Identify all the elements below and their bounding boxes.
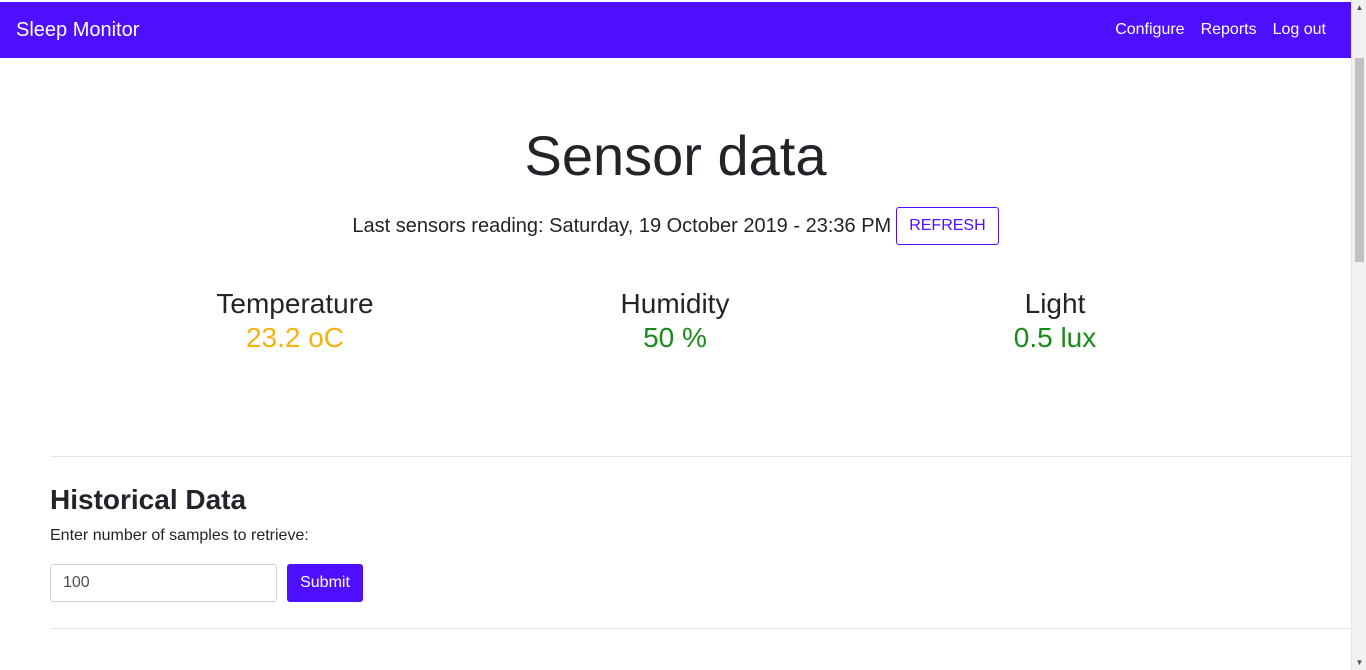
historical-title: Historical Data: [50, 484, 247, 515]
samples-label: Enter number of samples to retrieve:: [50, 527, 309, 544]
nav-link-reports[interactable]: Reports: [1201, 21, 1257, 39]
scroll-up-arrow-icon[interactable]: ▲: [1352, 0, 1366, 15]
sensor-label: Humidity: [620, 288, 730, 319]
divider-bottom: [50, 628, 1351, 629]
last-reading-row: Last sensors reading: Saturday, 19 Octob…: [0, 207, 1351, 245]
nav-links: Configure Reports Log out: [1115, 21, 1335, 39]
main-content: Sensor data Last sensors reading: Saturd…: [0, 58, 1351, 670]
sensor-humidity: Humidity 50 %: [525, 287, 825, 354]
navbar: Sleep Monitor Configure Reports Log out: [0, 2, 1351, 58]
sensor-label: Temperature: [216, 288, 374, 319]
sensor-light: Light 0.5 lux: [905, 287, 1205, 354]
divider-top: [50, 456, 1351, 457]
nav-link-configure[interactable]: Configure: [1115, 21, 1184, 39]
page-title: Sensor data: [524, 124, 827, 187]
brand-link[interactable]: Sleep Monitor: [16, 19, 139, 42]
nav-link-logout[interactable]: Log out: [1273, 21, 1326, 39]
refresh-button[interactable]: REFRESH: [896, 207, 999, 245]
page-scrollbar[interactable]: ▲ ▼: [1351, 0, 1366, 670]
submit-button[interactable]: Submit: [287, 564, 363, 602]
samples-input[interactable]: [50, 564, 277, 602]
last-reading-text: Last sensors reading: Saturday, 19 Octob…: [352, 214, 892, 237]
scroll-down-arrow-icon[interactable]: ▼: [1352, 655, 1366, 670]
scroll-thumb[interactable]: [1355, 58, 1364, 262]
sensor-temperature: Temperature 23.2 oC: [145, 287, 445, 354]
sensor-value: 23.2 oC: [245, 321, 345, 353]
sensor-value: 0.5 lux: [1013, 321, 1097, 353]
sensor-label: Light: [1024, 288, 1086, 319]
page: Sleep Monitor Configure Reports Log out …: [0, 0, 1366, 670]
sensor-value: 50 %: [643, 321, 707, 353]
